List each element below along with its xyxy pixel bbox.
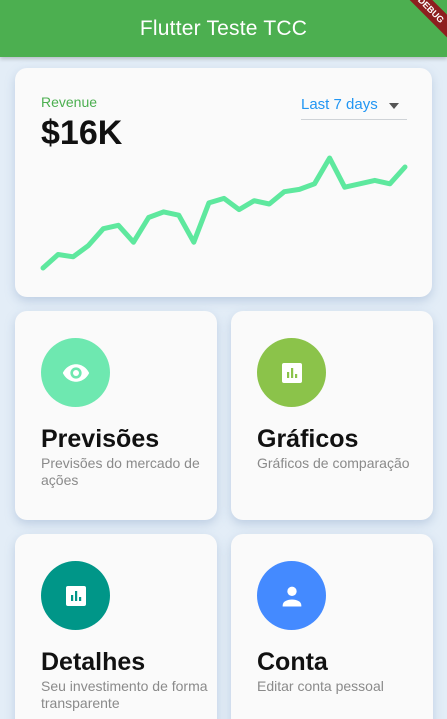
tile-title: Gráficos [257, 425, 359, 453]
revenue-card: Revenue $16K Last 7 days [15, 68, 432, 297]
tile-icon-bg [257, 338, 326, 407]
tile-subtitle: Previsões do mercado de ações [41, 455, 200, 488]
tile-previsoes[interactable]: Previsões Previsões do mercado de ações [15, 311, 217, 520]
tile-icon-bg [41, 561, 110, 630]
tile-conta[interactable]: Conta Editar conta pessoal [231, 534, 433, 719]
app-bar: Flutter Teste TCC DEBUG [0, 0, 447, 57]
tile-subtitle: Seu investimento de forma transparente [41, 678, 208, 711]
revenue-sparkline [40, 155, 408, 271]
sparkline-series [40, 155, 408, 271]
eye-icon [62, 363, 89, 382]
tile-detalhes[interactable]: Detalhes Seu investimento de forma trans… [15, 534, 217, 719]
debug-banner: DEBUG [389, 0, 447, 52]
tile-icon-bg [41, 338, 110, 407]
tile-icon-bg [257, 561, 326, 630]
chart-icon [281, 362, 302, 383]
person-icon [282, 586, 301, 606]
tile-subtitle: Editar conta pessoal [257, 678, 384, 694]
chart-icon [65, 585, 86, 606]
tile-title: Previsões [41, 425, 160, 453]
tile-graficos[interactable]: Gráficos Gráficos de comparação [231, 311, 433, 520]
tile-title: Detalhes [41, 648, 146, 676]
tile-title: Conta [257, 648, 328, 676]
tile-subtitle: Gráficos de comparação [257, 455, 410, 471]
app-title: Flutter Teste TCC [139, 16, 308, 40]
